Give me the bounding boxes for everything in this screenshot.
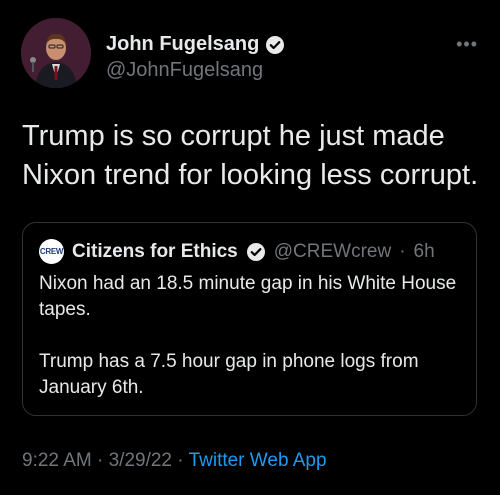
quoted-tweet[interactable]: CREW Citizens for Ethics @CREWcrew · 6h …	[22, 222, 477, 416]
quoted-author-handle[interactable]: @CREWcrew	[274, 241, 391, 263]
tweet-footer: 9:22 AM · 3/29/22 · Twitter Web App	[22, 450, 327, 472]
tweet-date[interactable]: 3/29/22	[109, 450, 172, 471]
source-app-link[interactable]: Twitter Web App	[189, 450, 327, 471]
more-dots-icon[interactable]: •••	[456, 34, 478, 55]
footer-separator: ·	[97, 450, 104, 471]
verified-badge-icon	[265, 35, 285, 55]
verified-badge-icon	[246, 242, 266, 262]
author-info: John Fugelsang @JohnFugelsang	[106, 33, 285, 82]
quoted-tweet-header: CREW Citizens for Ethics @CREWcrew · 6h	[39, 239, 435, 264]
author-handle[interactable]: @JohnFugelsang	[106, 59, 285, 82]
footer-separator: ·	[177, 450, 184, 471]
tweet-time[interactable]: 9:22 AM	[22, 450, 92, 471]
tweet-detail: John Fugelsang @JohnFugelsang ••• Trump …	[0, 0, 500, 495]
meta-separator: ·	[399, 240, 406, 262]
quoted-tweet-time[interactable]: 6h	[414, 241, 435, 263]
author-name[interactable]: John Fugelsang	[106, 33, 259, 56]
quoted-author-name[interactable]: Citizens for Ethics	[72, 241, 238, 263]
quoted-author-avatar[interactable]: CREW	[39, 239, 64, 264]
quoted-tweet-text: Nixon had an 18.5 minute gap in his Whit…	[39, 273, 457, 398]
author-avatar[interactable]	[21, 18, 91, 88]
tweet-text: Trump is so corrupt he just made Nixon t…	[22, 120, 479, 191]
avatar-image	[21, 18, 91, 88]
